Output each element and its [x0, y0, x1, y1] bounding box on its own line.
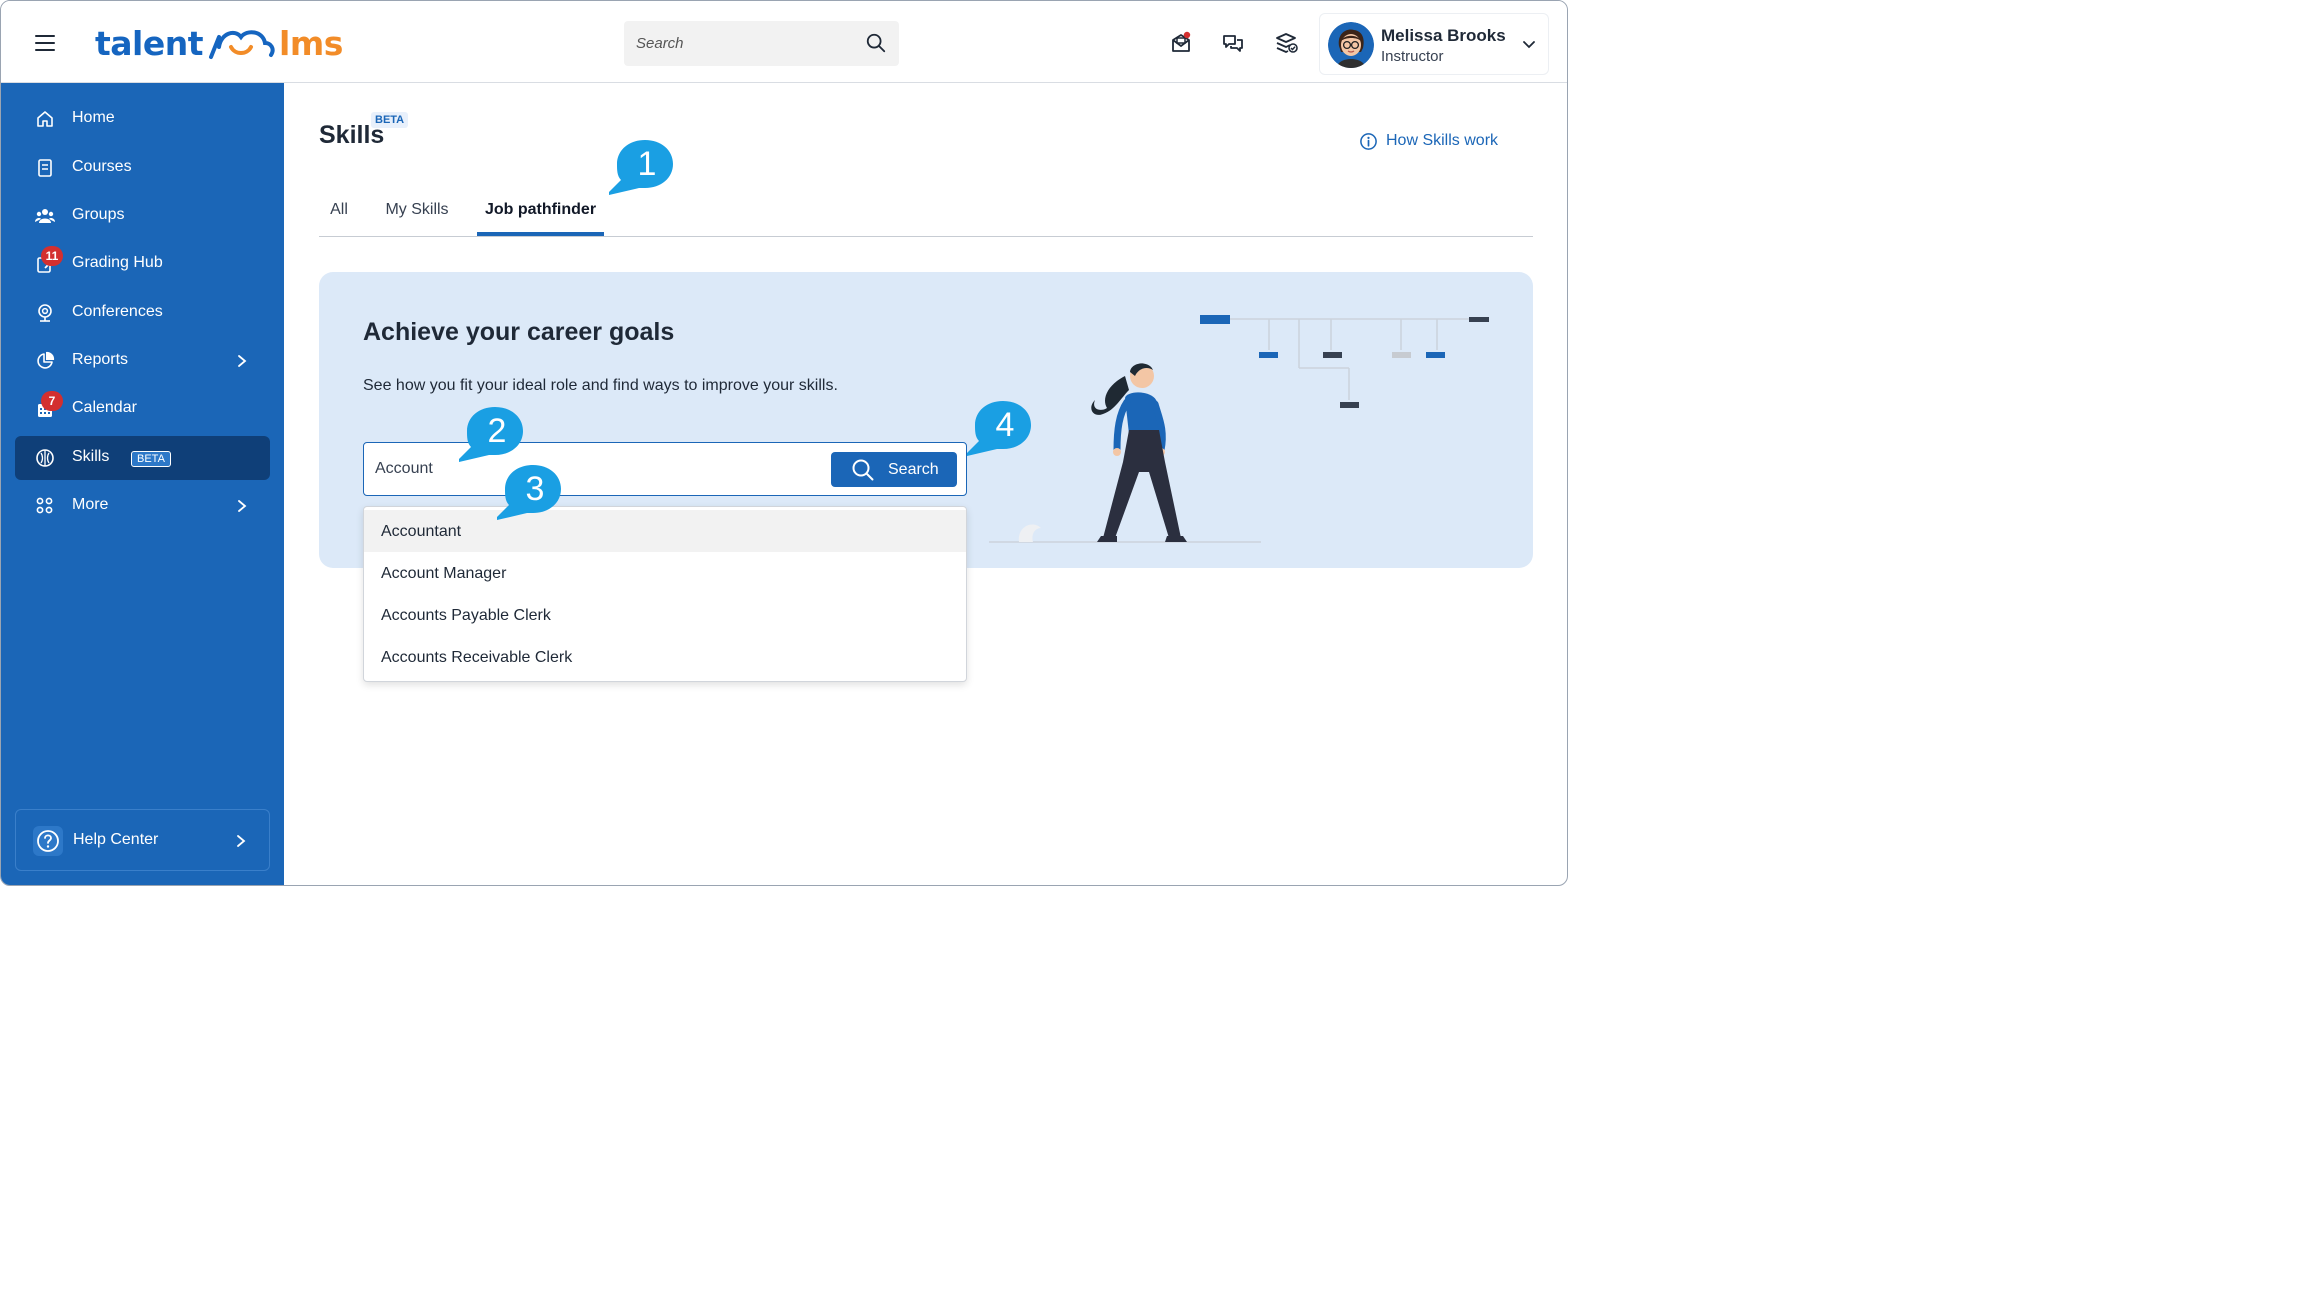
messages-inbox-icon[interactable] — [1169, 31, 1193, 55]
global-search-input[interactable] — [624, 21, 854, 66]
suggestions-dropdown: Accountant Account Manager Accounts Paya… — [363, 506, 967, 682]
sidebar-item-label: More — [72, 496, 109, 513]
sidebar-item-groups[interactable]: Groups — [15, 194, 270, 238]
suggestion-item[interactable]: Accountant — [364, 510, 966, 552]
search-button-label: Search — [888, 461, 939, 478]
search-button[interactable]: Search — [831, 452, 957, 487]
sidebar-item-conferences[interactable]: Conferences — [15, 291, 270, 335]
skills-icon — [36, 449, 54, 467]
help-icon-box — [33, 826, 63, 856]
tab-my-skills[interactable]: My Skills — [377, 191, 457, 236]
sidebar-item-more[interactable]: More — [15, 484, 270, 528]
courses-icon — [38, 159, 52, 177]
callout-1: 1 — [609, 138, 675, 200]
callout-1-number: 1 — [637, 145, 657, 183]
talentlms-logo[interactable]: talent lms — [95, 23, 343, 63]
user-role: Instructor — [1381, 48, 1444, 65]
app-window: talent lms Search Melissa Brooks Instruc… — [0, 0, 1568, 886]
callout-2: 2 — [459, 405, 525, 467]
help-center-label: Help Center — [73, 831, 159, 848]
beta-tag: BETA — [131, 451, 171, 467]
sidebar-item-reports[interactable]: Reports — [15, 339, 270, 383]
suggestion-item[interactable]: Account Manager — [364, 552, 966, 594]
grading-count-badge: 11 — [41, 246, 63, 266]
tab-job-pathfinder[interactable]: Job pathfinder — [477, 191, 604, 236]
sidebar: Home Courses Groups 11 Grading Hub Confe… — [1, 83, 284, 885]
menu-icon[interactable] — [35, 35, 55, 51]
tab-all[interactable]: All — [319, 191, 359, 236]
sidebar-item-home[interactable]: Home — [15, 97, 270, 141]
chevron-right-icon — [237, 835, 246, 847]
user-name: Melissa Brooks — [1381, 26, 1506, 45]
sidebar-item-label: Home — [72, 109, 115, 126]
callout-4-number: 4 — [995, 406, 1015, 444]
sidebar-item-label: Reports — [72, 351, 129, 368]
search-icon[interactable] — [865, 32, 887, 54]
chevron-right-icon — [238, 355, 247, 367]
progress-stack-icon[interactable] — [1274, 31, 1298, 55]
groups-icon — [35, 209, 55, 223]
search-icon — [852, 459, 874, 481]
skills-tabs: All My Skills Job pathfinder — [319, 191, 1533, 237]
sidebar-item-courses[interactable]: Courses — [15, 146, 270, 190]
sidebar-item-skills[interactable]: Skills BETA — [15, 436, 270, 480]
logo-text-talent: talent — [95, 23, 204, 63]
help-center-button[interactable]: Help Center — [15, 809, 270, 871]
sidebar-item-label: Groups — [72, 206, 125, 223]
question-icon — [37, 830, 59, 852]
sidebar-item-label: Conferences — [72, 303, 163, 320]
career-illustration — [989, 315, 1489, 543]
chevron-right-icon — [238, 500, 247, 512]
conferences-icon — [38, 304, 52, 322]
sidebar-item-grading-hub[interactable]: 11 Grading Hub — [15, 242, 270, 286]
callout-3: 3 — [497, 463, 563, 525]
sidebar-item-label: Calendar — [72, 399, 137, 416]
callout-3-number: 3 — [525, 470, 545, 508]
global-search — [624, 21, 899, 66]
discussions-icon[interactable] — [1221, 31, 1245, 55]
top-header: talent lms Search Melissa Brooks Instruc… — [1, 1, 1567, 83]
panel-subtitle: See how you fit your ideal role and find… — [363, 377, 838, 394]
panel-title: Achieve your career goals — [363, 318, 675, 346]
cloud-logo-icon — [209, 30, 275, 59]
reports-icon — [37, 351, 55, 369]
how-skills-work-label: How Skills work — [1386, 132, 1499, 149]
logo-text-lms: lms — [279, 23, 343, 63]
sidebar-item-label: Skills — [72, 448, 110, 465]
sidebar-item-calendar[interactable]: 7 Calendar — [15, 387, 270, 431]
suggestion-item[interactable]: Accounts Receivable Clerk — [364, 636, 966, 678]
sidebar-item-label: Courses — [72, 158, 132, 175]
page-beta-tag: BETA — [371, 112, 409, 128]
sidebar-item-label: Grading Hub — [72, 254, 163, 271]
suggestion-item[interactable]: Accounts Payable Clerk — [364, 594, 966, 636]
info-icon — [1360, 133, 1377, 150]
callout-4: 4 — [967, 399, 1033, 461]
home-icon — [37, 111, 53, 127]
more-icon — [36, 497, 53, 514]
user-profile-menu[interactable]: Melissa Brooks Instructor — [1319, 13, 1549, 75]
job-role-input[interactable] — [364, 443, 824, 495]
chevron-down-icon — [1523, 41, 1535, 49]
avatar — [1328, 22, 1374, 68]
calendar-count-badge: 7 — [41, 391, 63, 411]
callout-2-number: 2 — [487, 412, 507, 450]
